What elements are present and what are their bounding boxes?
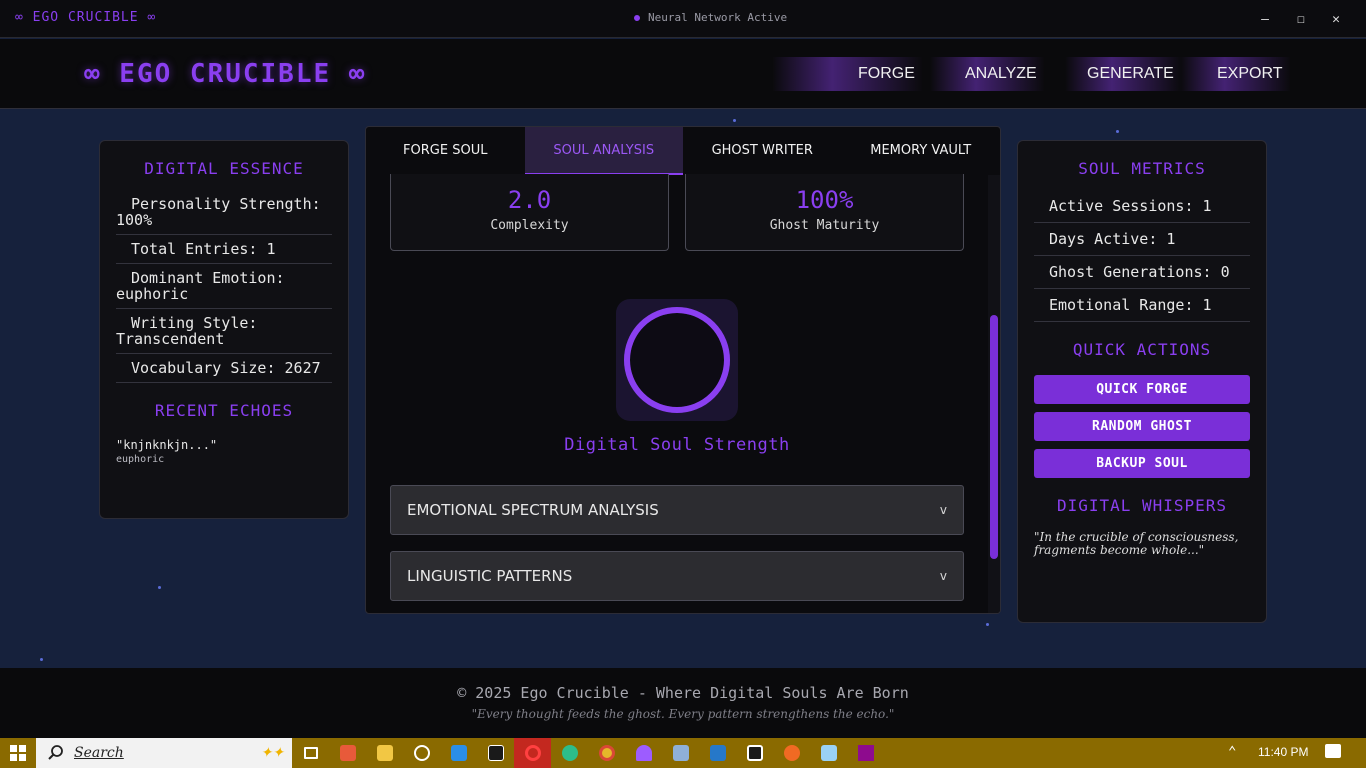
quick-forge-button[interactable]: QUICK FORGE — [1034, 375, 1250, 404]
footer-quote: "Every thought feeds the ghost. Every pa… — [471, 707, 895, 721]
sparkle-icon: ✦✦ — [260, 745, 284, 761]
tab-bar: FORGE SOUL SOUL ANALYSIS GHOST WRITER ME… — [366, 127, 1000, 175]
recent-echoes-title: RECENT ECHOES — [154, 401, 294, 420]
soul-strength-ring — [616, 299, 738, 421]
tab-memory-vault[interactable]: MEMORY VAULT — [842, 127, 1001, 175]
main-panel: FORGE SOUL SOUL ANALYSIS GHOST WRITER ME… — [365, 126, 1001, 614]
task-view-icon[interactable] — [292, 738, 329, 768]
search-icon — [48, 745, 63, 760]
complexity-value: 2.0 — [507, 186, 552, 214]
metrics-stat-list: Active Sessions: 1 Days Active: 1 Ghost … — [1034, 190, 1250, 322]
quick-actions-title: QUICK ACTIONS — [1072, 340, 1212, 359]
accordion-label: EMOTIONAL SPECTRUM ANALYSIS — [407, 501, 659, 519]
app-red-icon[interactable] — [329, 738, 366, 768]
star-decoration — [40, 658, 43, 661]
echo-emotion: euphoric — [116, 454, 165, 465]
echo-item[interactable]: "knjnknkjn..." euphoric — [116, 438, 348, 465]
windows-start-icon[interactable] — [0, 738, 36, 768]
chatgpt-icon[interactable] — [403, 738, 440, 768]
stat-total-entries: Total Entries: 1 — [116, 235, 332, 264]
soul-metrics-panel: SOUL METRICS Active Sessions: 1 Days Act… — [1017, 140, 1267, 623]
stat-vocabulary-size: Vocabulary Size: 2627 — [116, 354, 332, 383]
nav-generate[interactable]: GENERATE — [1065, 57, 1182, 91]
minimize-button[interactable]: – — [1247, 0, 1283, 38]
whisper-quote: "In the crucible of consciousness, fragm… — [1034, 530, 1239, 557]
nav-export[interactable]: EXPORT — [1180, 57, 1291, 91]
notification-icon[interactable] — [1325, 744, 1341, 758]
stat-days-active: Days Active: 1 — [1034, 223, 1250, 256]
taskbar: Search ✦✦ ⌃ 11:40 PM — [0, 738, 1366, 768]
star-decoration — [986, 623, 989, 626]
app-icon[interactable] — [662, 738, 699, 768]
network-status: Neural Network Active — [634, 11, 787, 24]
stat-writing-style: Writing Style: Transcendent — [116, 309, 332, 354]
quick-actions: QUICK FORGE RANDOM GHOST BACKUP SOUL — [1018, 375, 1266, 478]
complexity-label: Complexity — [490, 218, 569, 233]
status-text: Neural Network Active — [648, 11, 788, 24]
notepad-icon[interactable] — [810, 738, 847, 768]
nav-analyze[interactable]: ANALYZE — [930, 57, 1045, 91]
scrollbar-thumb[interactable] — [990, 315, 998, 559]
ghost-maturity-value: 100% — [795, 186, 854, 214]
backup-soul-button[interactable]: BACKUP SOUL — [1034, 449, 1250, 478]
app-purple-icon[interactable] — [625, 738, 662, 768]
star-decoration — [1116, 130, 1119, 133]
chevron-down-icon: v — [939, 503, 947, 517]
chrome-icon[interactable] — [588, 738, 625, 768]
close-button[interactable]: ✕ — [1318, 0, 1354, 38]
edge-icon[interactable] — [551, 738, 588, 768]
top-nav: ∞ EGO CRUCIBLE ∞ FORGE ANALYZE GENERATE … — [0, 39, 1366, 109]
stat-ghost-generations: Ghost Generations: 0 — [1034, 256, 1250, 289]
taskbar-search[interactable]: Search ✦✦ — [36, 738, 292, 768]
vscode-icon[interactable] — [440, 738, 477, 768]
emotional-spectrum-accordion[interactable]: EMOTIONAL SPECTRUM ANALYSIS v — [390, 485, 964, 535]
file-explorer-icon[interactable] — [366, 738, 403, 768]
nav-forge[interactable]: FORGE — [772, 57, 923, 91]
window-titlebar: ∞ EGO CRUCIBLE ∞ Neural Network Active –… — [0, 0, 1366, 38]
window-title: ∞ EGO CRUCIBLE ∞ — [15, 10, 157, 25]
tab-ghost-writer[interactable]: GHOST WRITER — [683, 127, 842, 175]
stat-personality-strength: Personality Strength: 100% — [116, 190, 332, 235]
random-ghost-button[interactable]: RANDOM GHOST — [1034, 412, 1250, 441]
stat-emotional-range: Emotional Range: 1 — [1034, 289, 1250, 322]
app-magenta-icon[interactable] — [847, 738, 884, 768]
soul-metrics-title: SOUL METRICS — [1078, 159, 1206, 178]
digital-whispers-title: DIGITAL WHISPERS — [1056, 496, 1228, 515]
stat-active-sessions: Active Sessions: 1 — [1034, 190, 1250, 223]
soul-strength-ring-icon — [616, 299, 738, 421]
linguistic-patterns-accordion[interactable]: LINGUISTIC PATTERNS v — [390, 551, 964, 601]
stat-dominant-emotion: Dominant Emotion: euphoric — [116, 264, 332, 309]
scrollbar[interactable] — [988, 175, 1000, 613]
echo-text: "knjnknkjn..." — [116, 438, 218, 452]
tab-forge-soul[interactable]: FORGE SOUL — [366, 127, 525, 175]
digital-essence-panel: DIGITAL ESSENCE Personality Strength: 10… — [99, 140, 349, 519]
search-placeholder: Search — [74, 745, 124, 761]
page-footer: © 2025 Ego Crucible - Where Digital Soul… — [0, 668, 1366, 738]
essence-stat-list: Personality Strength: 100% Total Entries… — [116, 190, 332, 383]
complexity-metric: 2.0 Complexity — [390, 174, 669, 251]
ghost-maturity-metric: 100% Ghost Maturity — [685, 174, 964, 251]
logo: ∞ EGO CRUCIBLE ∞ — [84, 59, 367, 89]
maximize-button[interactable]: ☐ — [1283, 0, 1319, 38]
soul-strength-label: Digital Soul Strength — [564, 435, 790, 455]
ai-app-icon[interactable] — [477, 738, 514, 768]
footer-copyright: © 2025 Ego Crucible - Where Digital Soul… — [457, 684, 909, 702]
chevron-up-icon[interactable]: ⌃ — [1228, 744, 1236, 760]
taskbar-clock[interactable]: 11:40 PM — [1258, 745, 1308, 759]
digital-essence-title: DIGITAL ESSENCE — [144, 159, 304, 178]
firefox-icon[interactable] — [773, 738, 810, 768]
status-dot-icon — [634, 14, 640, 21]
ghost-maturity-label: Ghost Maturity — [769, 218, 880, 233]
star-decoration — [158, 586, 161, 589]
app-blue-icon[interactable] — [699, 738, 736, 768]
tab-soul-analysis[interactable]: SOUL ANALYSIS — [524, 127, 683, 175]
accordion-label: LINGUISTIC PATTERNS — [407, 567, 573, 585]
app-dark-icon[interactable] — [736, 738, 773, 768]
star-decoration — [733, 119, 736, 122]
chevron-down-icon: v — [939, 569, 947, 583]
opera-icon[interactable] — [514, 738, 551, 768]
